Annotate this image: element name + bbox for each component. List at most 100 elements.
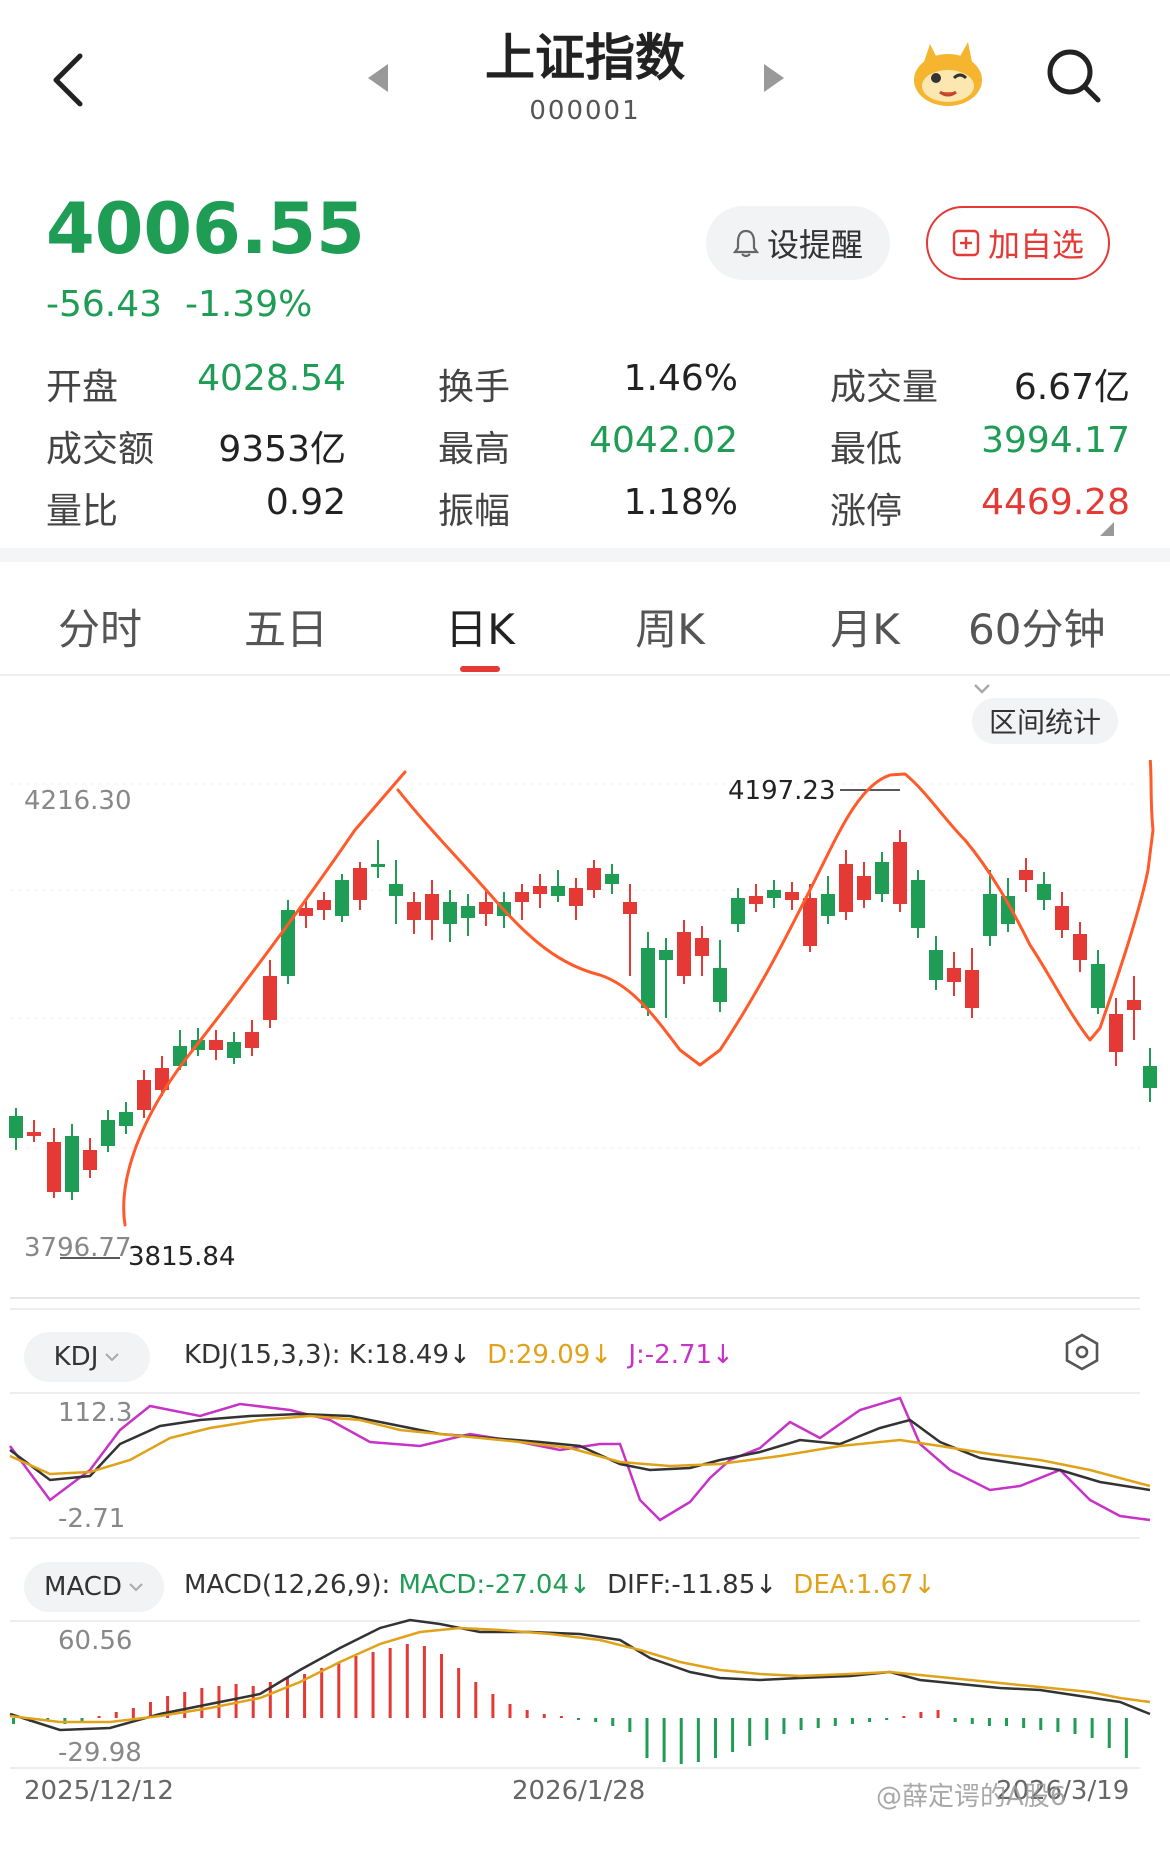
candle-body bbox=[389, 884, 403, 896]
macd-dea-line bbox=[9, 1626, 1151, 1724]
macd-bar bbox=[1090, 1718, 1094, 1738]
candle-body bbox=[83, 1150, 97, 1170]
macd-bar bbox=[1022, 1718, 1026, 1728]
plus-square-icon bbox=[952, 229, 980, 257]
stat-label-volume: 成交量 bbox=[830, 367, 939, 408]
candle-body bbox=[767, 890, 781, 898]
set-alert-button[interactable]: 设提醒 bbox=[706, 206, 890, 280]
tab-weekly-k[interactable]: 周K bbox=[610, 596, 730, 657]
hand-drawn-trendline bbox=[122, 760, 1155, 1227]
macd-bar bbox=[371, 1652, 375, 1718]
macd-bar bbox=[953, 1718, 957, 1722]
next-index-icon[interactable] bbox=[760, 60, 790, 96]
price-change: -56.43 -1.39% bbox=[46, 284, 312, 325]
section-divider bbox=[0, 548, 1170, 562]
tab-five-day[interactable]: 五日 bbox=[226, 596, 346, 657]
candle-body bbox=[515, 892, 529, 902]
kdj-j-line bbox=[8, 1396, 1151, 1522]
stat-value-volume-ratio: 0.92 bbox=[265, 482, 346, 523]
add-watchlist-label: 加自选 bbox=[987, 226, 1084, 264]
change-value: -56.43 bbox=[46, 284, 163, 325]
macd-selector-label: MACD bbox=[44, 1572, 122, 1602]
macd-bar bbox=[1107, 1718, 1111, 1748]
kdj-top-label: 112.3 bbox=[58, 1398, 133, 1428]
macd-bar bbox=[1073, 1718, 1077, 1734]
candle-body bbox=[263, 976, 277, 1020]
candle-body bbox=[713, 968, 727, 1002]
search-icon[interactable] bbox=[1044, 46, 1104, 106]
kdj-j: J:-2.71↓ bbox=[628, 1340, 734, 1370]
macd-bar bbox=[183, 1692, 187, 1718]
kdj-k: K:18.49↓ bbox=[348, 1340, 471, 1370]
candle-body bbox=[425, 894, 439, 920]
candle-body bbox=[27, 1132, 41, 1136]
kline-chart[interactable] bbox=[0, 760, 1170, 1300]
candle-body bbox=[983, 894, 997, 936]
macd-bar bbox=[440, 1654, 444, 1718]
kdj-selector[interactable]: KDJ bbox=[24, 1332, 150, 1382]
macd-bar bbox=[1124, 1718, 1128, 1758]
macd-bar bbox=[902, 1716, 906, 1718]
macd-bar bbox=[97, 1716, 101, 1718]
macd-bar bbox=[816, 1718, 820, 1728]
set-alert-label: 设提醒 bbox=[766, 226, 863, 264]
candle-body bbox=[623, 902, 637, 914]
macd-bar bbox=[131, 1708, 135, 1718]
candle-body bbox=[137, 1080, 151, 1110]
macd-bar bbox=[919, 1712, 923, 1718]
macd-value: MACD:-27.04↓ bbox=[398, 1570, 591, 1600]
macd-bar bbox=[936, 1710, 940, 1718]
expand-corner-icon[interactable] bbox=[1100, 522, 1114, 536]
macd-bar bbox=[405, 1644, 409, 1718]
macd-bar bbox=[885, 1718, 889, 1720]
macd-bar bbox=[354, 1656, 358, 1718]
candle-body bbox=[839, 864, 853, 912]
candle-body bbox=[929, 950, 943, 980]
add-watchlist-button[interactable]: 加自选 bbox=[926, 206, 1110, 280]
candle-body bbox=[371, 864, 385, 867]
macd-bar bbox=[833, 1718, 837, 1726]
candle-body bbox=[1127, 1000, 1141, 1010]
candle-body bbox=[443, 902, 457, 924]
kdj-params: KDJ(15,3,3): bbox=[184, 1340, 341, 1370]
candle-body bbox=[209, 1040, 223, 1050]
macd-selector[interactable]: MACD bbox=[24, 1562, 164, 1612]
macd-bar bbox=[611, 1718, 615, 1726]
candle-body bbox=[857, 876, 871, 900]
macd-bar bbox=[525, 1710, 529, 1718]
candle-body bbox=[227, 1042, 241, 1058]
kdj-selector-label: KDJ bbox=[53, 1342, 99, 1372]
kdj-d-line bbox=[9, 1414, 1151, 1488]
macd-chart bbox=[9, 1618, 1151, 1769]
tab-intraday[interactable]: 分时 bbox=[40, 596, 160, 657]
change-percent: -1.39% bbox=[184, 284, 313, 325]
tab-monthly-k[interactable]: 月K bbox=[805, 596, 925, 657]
kdj-readout: KDJ(15,3,3): K:18.49↓ D:29.09↓ J:-2.71↓ bbox=[184, 1340, 734, 1370]
chevron-down-icon bbox=[974, 684, 990, 694]
stat-label-low: 最低 bbox=[830, 429, 903, 470]
candle-body bbox=[785, 892, 799, 900]
settings-hexagon-icon[interactable] bbox=[1062, 1332, 1102, 1372]
macd-bar bbox=[457, 1668, 461, 1718]
candle-body bbox=[65, 1136, 79, 1192]
macd-bar bbox=[679, 1718, 683, 1764]
macd-bar bbox=[320, 1668, 324, 1718]
tab-60min-label: 60分钟 bbox=[968, 605, 1106, 654]
tab-daily-k[interactable]: 日K bbox=[420, 596, 540, 657]
macd-bar bbox=[422, 1646, 426, 1718]
macd-bar bbox=[799, 1718, 803, 1730]
chevron-down-icon bbox=[129, 1583, 143, 1592]
watermark: @薛定谔的A股6 bbox=[876, 1782, 1067, 1812]
mascot-icon[interactable] bbox=[910, 40, 986, 110]
macd-bar bbox=[474, 1682, 478, 1718]
candle-body bbox=[9, 1116, 23, 1138]
candle-body bbox=[299, 908, 313, 916]
macd-bottom-label: -29.98 bbox=[58, 1738, 142, 1768]
candle-body bbox=[695, 938, 709, 956]
macd-histogram bbox=[12, 1644, 1128, 1764]
kline-top-label: 4216.30 bbox=[24, 786, 132, 816]
candle-body bbox=[821, 894, 835, 916]
tab-60min[interactable]: 60分钟 bbox=[968, 596, 1138, 706]
range-stats-button[interactable]: 区间统计 bbox=[972, 698, 1118, 744]
macd-bar bbox=[645, 1718, 649, 1758]
